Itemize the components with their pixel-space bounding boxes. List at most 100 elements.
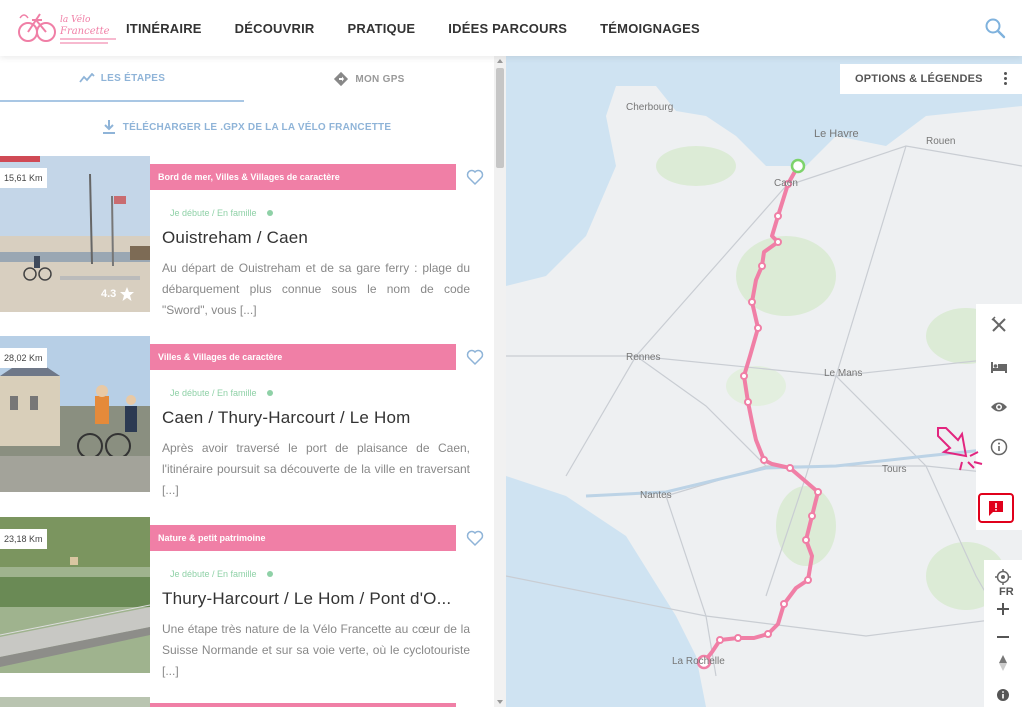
rating-badge: 4.3 [101,286,135,302]
info-filter-button[interactable] [988,436,1010,458]
heart-icon [466,530,484,547]
city-label-le-havre: Le Havre [814,128,859,140]
kebab-menu-icon [1004,72,1008,86]
locate-icon [995,569,1011,585]
stage-card[interactable]: 15,61 Km 4.3 Bord de mer, Villes & Villa… [0,156,494,317]
nav-temoignages[interactable]: TÉMOIGNAGES [600,21,700,36]
city-label-rouen: Rouen [926,136,956,147]
compass-button[interactable] [992,652,1014,674]
difficulty-dot [266,390,273,396]
site-logo[interactable]: la Vélo Francette [14,8,118,48]
stage-title[interactable]: Caen / Thury-Harcourt / Le Hom [162,408,411,428]
difficulty-dot [266,571,273,577]
restaurant-filter-button[interactable] [988,314,1010,336]
eye-icon [991,402,1007,412]
city-label-le-mans: Le Mans [824,368,863,379]
rating-value: 4.3 [101,288,117,300]
language-label[interactable]: FR [999,586,1014,598]
city-label-nantes: Nantes [640,490,672,501]
difficulty-label: Je débute / En famille [170,208,257,218]
stages-panel: LES ÉTAPES MON GPS TÉLÉCHARGER LE .GPX D… [0,56,494,707]
locate-button[interactable] [992,566,1014,588]
city-label-rennes: Rennes [626,352,661,363]
stage-photo-bridge: 23,18 Km [0,517,150,673]
favorite-heart-button[interactable] [466,529,484,547]
city-label-cherbourg: Cherbourg [626,102,674,113]
tab-les-etapes[interactable]: LES ÉTAPES [0,56,244,102]
stage-photo-beach: 15,61 Km 4.3 [0,156,150,312]
bed-icon [991,362,1007,373]
next-stage-tag-partial [150,703,456,707]
heart-icon [466,169,484,186]
nav-itineraire[interactable]: ITINÉRAIRE [126,21,202,36]
download-icon [102,120,115,134]
nav-idees-parcours[interactable]: IDÉES PARCOURS [448,21,567,36]
fork-knife-icon [991,316,1006,332]
stage-card[interactable]: 28,02 Km Villes & Villages de caractère … [0,336,494,497]
map-canvas [506,56,1022,707]
difficulty-label: Je débute / En famille [170,388,257,398]
difficulty-dot [266,210,273,216]
svg-text:Francette: Francette [59,26,110,37]
distance-badge: 28,02 Km [0,348,47,368]
zoom-in-button[interactable] [992,598,1014,620]
favorite-heart-button[interactable] [466,348,484,366]
tab-mon-gps[interactable]: MON GPS [244,56,494,102]
difficulty-level: Je débute / En famille [170,388,273,398]
top-navigation-bar: la Vélo Francette ITINÉRAIRE DÉCOUVRIR P… [0,0,1022,56]
options-legend-button[interactable]: OPTIONS & LÉGENDES [840,64,1022,94]
scrollbar-thumb[interactable] [496,68,504,168]
stage-description: Après avoir traversé le port de plaisanc… [162,441,470,497]
scroll-down-arrow[interactable] [497,700,503,704]
attribution-info-icon [997,689,1009,701]
tab-les-etapes-label: LES ÉTAPES [100,72,166,84]
stage-title[interactable]: Thury-Harcourt / Le Hom / Pont d'O... [162,589,451,609]
zoom-out-icon [997,636,1009,638]
scroll-up-arrow[interactable] [497,59,503,63]
difficulty-level: Je débute / En famille [170,208,273,218]
stage-description: Une étape très nature de la Vélo Francet… [162,622,470,678]
tab-mon-gps-label: MON GPS [355,73,405,85]
attention-arrow-icon [936,426,986,476]
search-icon [985,18,1006,39]
download-gpx-label: TÉLÉCHARGER LE .GPX DE LA LA VÉLO FRANCE… [122,121,392,133]
logo-text-la: la Vélo [60,14,91,25]
zoom-in-icon [997,603,1009,615]
report-alert-icon [989,501,1003,516]
nav-decouvrir[interactable]: DÉCOUVRIR [235,21,315,36]
route-map[interactable]: Cherbourg Le Havre Rouen Caen Rennes Le … [506,56,1022,707]
chart-line-icon [79,73,95,83]
map-zoom-controls [984,560,1022,707]
compass-icon [999,655,1007,671]
attribution-button[interactable] [992,684,1014,706]
nav-pratique[interactable]: PRATIQUE [347,21,415,36]
info-icon [990,438,1008,456]
main-nav: ITINÉRAIRE DÉCOUVRIR PRATIQUE IDÉES PARC… [126,0,733,56]
stage-card[interactable]: 23,18 Km Nature & petit patrimoine Je dé… [0,517,494,678]
zoom-out-button[interactable] [992,626,1014,648]
heart-icon [466,349,484,366]
stage-title[interactable]: Ouistreham / Caen [162,228,308,248]
next-stage-photo-partial [0,697,150,707]
stage-tag: Bord de mer, Villes & Villages de caract… [150,164,456,190]
difficulty-level: Je débute / En famille [170,569,273,579]
panel-scrollbar[interactable] [494,56,506,707]
city-label-caen: Caen [774,178,798,189]
favorite-heart-button[interactable] [466,168,484,186]
report-problem-button[interactable] [978,493,1014,523]
city-label-tours: Tours [882,464,907,475]
search-button[interactable] [984,17,1006,39]
lodging-filter-button[interactable] [988,356,1010,378]
distance-badge: 15,61 Km [0,168,47,188]
sightseeing-filter-button[interactable] [988,396,1010,418]
difficulty-label: Je débute / En famille [170,569,257,579]
options-legend-label: OPTIONS & LÉGENDES [855,73,983,85]
logo-icon: la Vélo Francette [18,13,116,44]
download-gpx-link[interactable]: TÉLÉCHARGER LE .GPX DE LA LA VÉLO FRANCE… [0,120,494,134]
city-label-la-rochelle: La Rochelle [672,656,725,667]
stage-tag: Villes & Villages de caractère [150,344,456,370]
panel-tabs: LES ÉTAPES MON GPS [0,56,494,102]
navigation-diamond-icon [334,71,349,87]
stage-tag: Nature & petit patrimoine [150,525,456,551]
stage-photo-cyclists: 28,02 Km [0,336,150,492]
